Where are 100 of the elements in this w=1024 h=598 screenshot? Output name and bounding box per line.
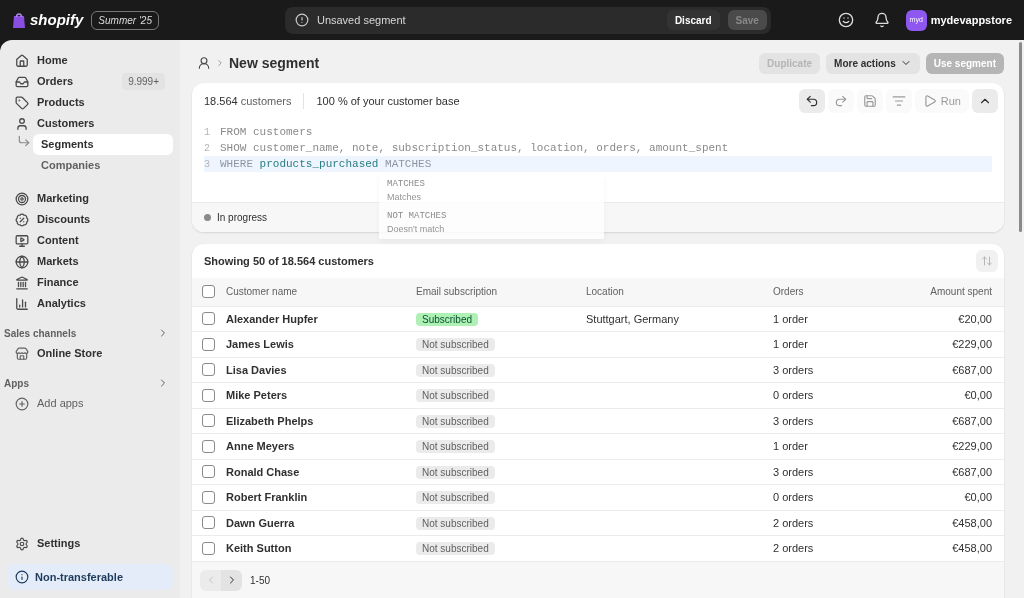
sidebar-item[interactable]: Segments [33,134,173,155]
amount-spent: €0,00 [964,389,992,401]
customer-name: Mike Peters [226,389,288,401]
sidebar-item[interactable]: Finance [7,272,173,293]
sidebar-item[interactable]: Markets [7,251,173,272]
person-icon [15,116,29,131]
customer-name: Keith Sutton [226,542,292,555]
target-icon [15,191,29,206]
amount-spent: €229,00 [952,338,992,350]
order-count: 2 orders [773,516,814,529]
order-count: 3 orders [773,465,814,478]
plan-banner[interactable]: Non-transferable [7,564,173,590]
customer-name: Dawn Guerra [226,516,295,529]
customer-name: Elizabeth Phelps [226,414,314,427]
select-all-checkbox[interactable] [202,285,215,299]
row-checkbox[interactable] [202,465,215,479]
order-count: 2 orders [773,542,814,555]
row-checkbox[interactable] [202,490,215,504]
subscription-status: Subscribed [416,312,479,326]
subscription-status: Not subscribed [416,389,495,402]
subscription-status: Not subscribed [416,516,495,530]
line-number: 3 [204,157,211,172]
order-count: 1 order [773,440,808,452]
line-number: 1 [204,125,211,140]
customer-location: Stuttgart, Germany [586,312,679,325]
row-checkbox[interactable] [202,337,215,351]
sort-button[interactable] [976,250,998,272]
unsaved-notice: Unsaved segment [316,12,407,28]
column-header[interactable]: Customer name [226,286,298,298]
code-line: FROM customers [220,124,313,140]
sidebar-item[interactable]: Add apps [7,393,173,414]
section-heading: Sales channels [4,326,77,341]
save-icon [862,94,877,108]
menu-button[interactable]: More actions [826,52,920,74]
order-count: 0 orders [773,491,814,503]
next-page-button[interactable] [221,569,242,591]
subscription-status: Not subscribed [416,363,495,377]
order-count: 3 orders [773,363,814,376]
row-checkbox[interactable] [202,312,215,326]
inbox-icon [15,74,29,89]
sidebar-item[interactable]: Content [7,230,173,251]
subscription-status: Not subscribed [416,491,495,504]
customer-name: James Lewis [226,338,294,350]
bell-icon[interactable] [873,12,890,28]
customer-count: 18.564 customers [204,93,292,109]
row-checkbox[interactable] [202,363,215,377]
sidebar-item[interactable]: Orders 9.999+ [7,71,173,92]
column-header[interactable]: Orders [773,286,804,298]
subscription-status: Not subscribed [416,542,495,556]
sidebar-item[interactable]: Settings [7,533,173,554]
row-checkbox[interactable] [202,388,215,402]
amount-spent: €20,00 [958,312,992,325]
column-header[interactable]: Amount spent [930,286,992,298]
sidebar-item[interactable]: Analytics [7,293,173,314]
column-header[interactable]: Email subscription [416,286,498,298]
sidebar-item[interactable]: Companies [33,155,173,176]
store-name[interactable]: mydevappstore [930,11,1012,29]
sidebar-item[interactable]: Online Store [7,343,173,364]
settings-icon [15,536,29,551]
sidebar-item[interactable]: Discounts [7,209,173,230]
bank-icon [15,275,29,290]
sidebar-item[interactable]: Products [7,92,173,113]
suggestion-item[interactable]: NOT MATCHES Doesn't match [379,207,604,239]
row-checkbox[interactable] [202,414,215,428]
discard-button[interactable]: Discard [666,10,720,30]
suggestion-item[interactable]: MATCHES Matches [379,175,604,207]
add-circle-icon [15,396,29,411]
amount-spent: €687,00 [952,363,992,376]
amount-spent: €687,00 [952,465,992,478]
edition-badge: Summer '25 [91,10,159,30]
sort-icon [981,255,993,267]
order-count: 1 order [773,312,808,325]
sidebar-item[interactable]: Home [7,50,173,71]
undo-button[interactable] [798,89,825,113]
row-checkbox[interactable] [202,439,215,453]
subscription-status: Not subscribed [416,440,495,453]
sidebar-item[interactable]: Marketing [7,188,173,209]
row-checkbox[interactable] [202,516,215,530]
amount-spent: €458,00 [952,516,992,529]
subscription-status: Not subscribed [416,465,495,479]
customer-name: Alexander Hupfer [226,312,318,325]
row-checkbox[interactable] [202,542,215,555]
discount-icon [15,212,29,227]
filter-icon [891,94,906,108]
results-summary: Showing 50 of 18.564 customers [204,253,375,269]
collapse-button[interactable] [972,89,998,113]
image-icon [15,233,29,248]
customer-share: 100 % of your customer base [316,93,460,109]
store-icon [15,346,29,361]
customer-name: Ronald Chase [226,465,300,478]
sidebar-item[interactable]: Customers [7,113,173,134]
amount-spent: €0,00 [964,491,992,503]
count-badge: 9.999+ [122,73,165,90]
column-header[interactable]: Location [586,286,624,298]
globe-icon [15,254,29,269]
info-icon [15,570,29,584]
face-icon[interactable] [837,12,854,28]
undo-icon [804,94,819,108]
person-icon[interactable] [197,56,211,70]
page-title: New segment [229,53,320,73]
